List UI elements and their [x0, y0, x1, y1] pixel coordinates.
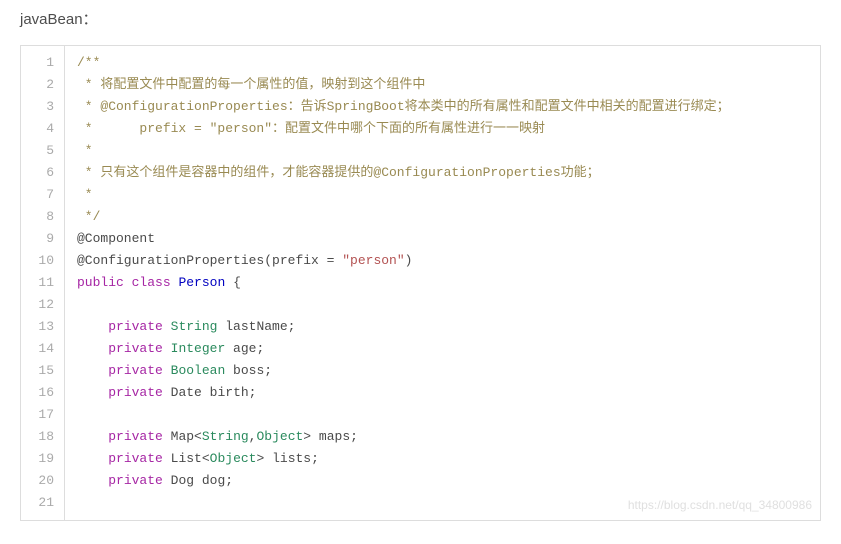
- code-content: /** * 将配置文件中配置的每一个属性的值，映射到这个组件中 * @Confi…: [65, 46, 820, 520]
- line-number: 18: [21, 426, 64, 448]
- line-number: 4: [21, 118, 64, 140]
- code-line: private Integer age;: [77, 338, 808, 360]
- line-number: 16: [21, 382, 64, 404]
- code-line: @ConfigurationProperties(prefix = "perso…: [77, 250, 808, 272]
- line-number: 8: [21, 206, 64, 228]
- line-number: 6: [21, 162, 64, 184]
- line-number: 2: [21, 74, 64, 96]
- code-line: private Dog dog;: [77, 470, 808, 492]
- line-number: 13: [21, 316, 64, 338]
- code-line: public class Person {: [77, 272, 808, 294]
- code-line: private Date birth;: [77, 382, 808, 404]
- code-line: * prefix = "person"：配置文件中哪个下面的所有属性进行一一映射: [77, 118, 808, 140]
- code-line: private Boolean boss;: [77, 360, 808, 382]
- line-number: 5: [21, 140, 64, 162]
- line-number: 14: [21, 338, 64, 360]
- code-line: private Map<String,Object> maps;: [77, 426, 808, 448]
- line-number: 17: [21, 404, 64, 426]
- code-block: 123456789101112131415161718192021 /** * …: [20, 45, 821, 521]
- code-line: *: [77, 140, 808, 162]
- code-line: [77, 294, 808, 316]
- line-number: 1: [21, 52, 64, 74]
- line-number: 3: [21, 96, 64, 118]
- code-line: @Component: [77, 228, 808, 250]
- line-number: 7: [21, 184, 64, 206]
- code-line: * 只有这个组件是容器中的组件，才能容器提供的@ConfigurationPro…: [77, 162, 808, 184]
- line-number-gutter: 123456789101112131415161718192021: [21, 46, 65, 520]
- line-number: 20: [21, 470, 64, 492]
- code-line: */: [77, 206, 808, 228]
- intro-text: javaBean：: [20, 8, 821, 29]
- line-number: 12: [21, 294, 64, 316]
- code-line: [77, 404, 808, 426]
- code-line: *: [77, 184, 808, 206]
- code-line: /**: [77, 52, 808, 74]
- line-number: 15: [21, 360, 64, 382]
- code-line: * @ConfigurationProperties：告诉SpringBoot将…: [77, 96, 808, 118]
- line-number: 19: [21, 448, 64, 470]
- code-line: [77, 492, 808, 514]
- code-line: * 将配置文件中配置的每一个属性的值，映射到这个组件中: [77, 74, 808, 96]
- code-line: private String lastName;: [77, 316, 808, 338]
- line-number: 21: [21, 492, 64, 514]
- line-number: 9: [21, 228, 64, 250]
- code-line: private List<Object> lists;: [77, 448, 808, 470]
- line-number: 10: [21, 250, 64, 272]
- line-number: 11: [21, 272, 64, 294]
